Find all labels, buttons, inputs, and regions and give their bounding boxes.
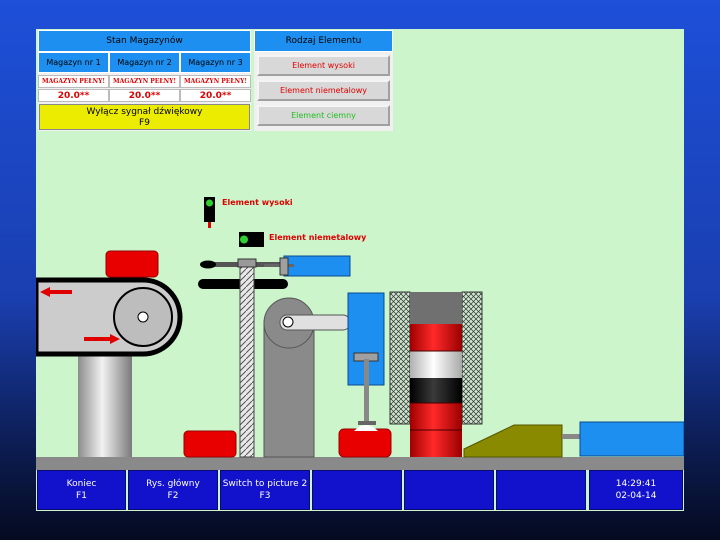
element-floor-left <box>183 430 237 458</box>
ejector-ramp <box>463 424 563 458</box>
actuator-top-rod <box>264 264 294 267</box>
sensor-high-beam <box>208 222 211 228</box>
lift-hub <box>282 316 294 328</box>
clock-date: 02-04-14 <box>615 491 657 501</box>
fkey-switch-picture-key: F3 <box>259 491 271 501</box>
fkey-exit-button[interactable]: Koniec F1 <box>37 470 126 510</box>
element-under-press <box>338 428 392 458</box>
fkey-switch-picture-button[interactable]: Switch to picture 2 F3 <box>220 470 310 510</box>
fkey-exit-label: Koniec <box>66 479 97 489</box>
magazine-red-3 <box>410 430 462 457</box>
magazine-mesh-right <box>461 291 483 425</box>
fkey-5-button[interactable] <box>404 470 494 510</box>
magazine-black <box>410 378 462 403</box>
element-on-conveyor <box>105 250 159 278</box>
hmi-screen: Stan Magazynów Magazyn nr 1 Magazyn nr 2… <box>36 29 684 511</box>
screw-column <box>239 258 255 458</box>
fkey-main-picture-label: Rys. główny <box>146 479 200 489</box>
ejector-actuator <box>579 421 684 457</box>
fkey-main-picture-key: F2 <box>167 491 179 501</box>
magazine-red-1 <box>410 324 462 351</box>
fkey-switch-picture-label: Switch to picture 2 <box>222 479 308 489</box>
clock-time: 14:29:41 <box>615 479 657 489</box>
magazine-white <box>410 351 462 378</box>
conveyor-support <box>78 347 132 457</box>
process-diagram <box>36 197 684 470</box>
pusher-tip <box>200 260 216 269</box>
actuator-vertical-rod <box>364 359 369 425</box>
magazine-top <box>410 292 462 324</box>
conveyor-axle <box>137 311 149 323</box>
sensor-high-led <box>206 199 213 207</box>
actuator-vertical-foot <box>358 421 376 425</box>
sensor-nonmetal-led <box>240 235 248 244</box>
sensor-high-label: Element wysoki <box>222 198 293 207</box>
floor <box>36 457 684 470</box>
fkey-4-button[interactable] <box>312 470 402 510</box>
sensor-nonmetal-label: Element niemetalowy <box>269 233 367 242</box>
fkey-6-button[interactable] <box>496 470 586 510</box>
magazine-mesh-left <box>389 291 411 425</box>
clock-display: 14:29:41 02-04-14 <box>589 470 683 510</box>
magazine-red-2 <box>410 403 462 430</box>
screw-top <box>237 258 257 268</box>
actuator-top-clamp <box>279 257 289 276</box>
fkey-exit-key: F1 <box>76 491 87 501</box>
fkey-main-picture-button[interactable]: Rys. główny F2 <box>128 470 218 510</box>
